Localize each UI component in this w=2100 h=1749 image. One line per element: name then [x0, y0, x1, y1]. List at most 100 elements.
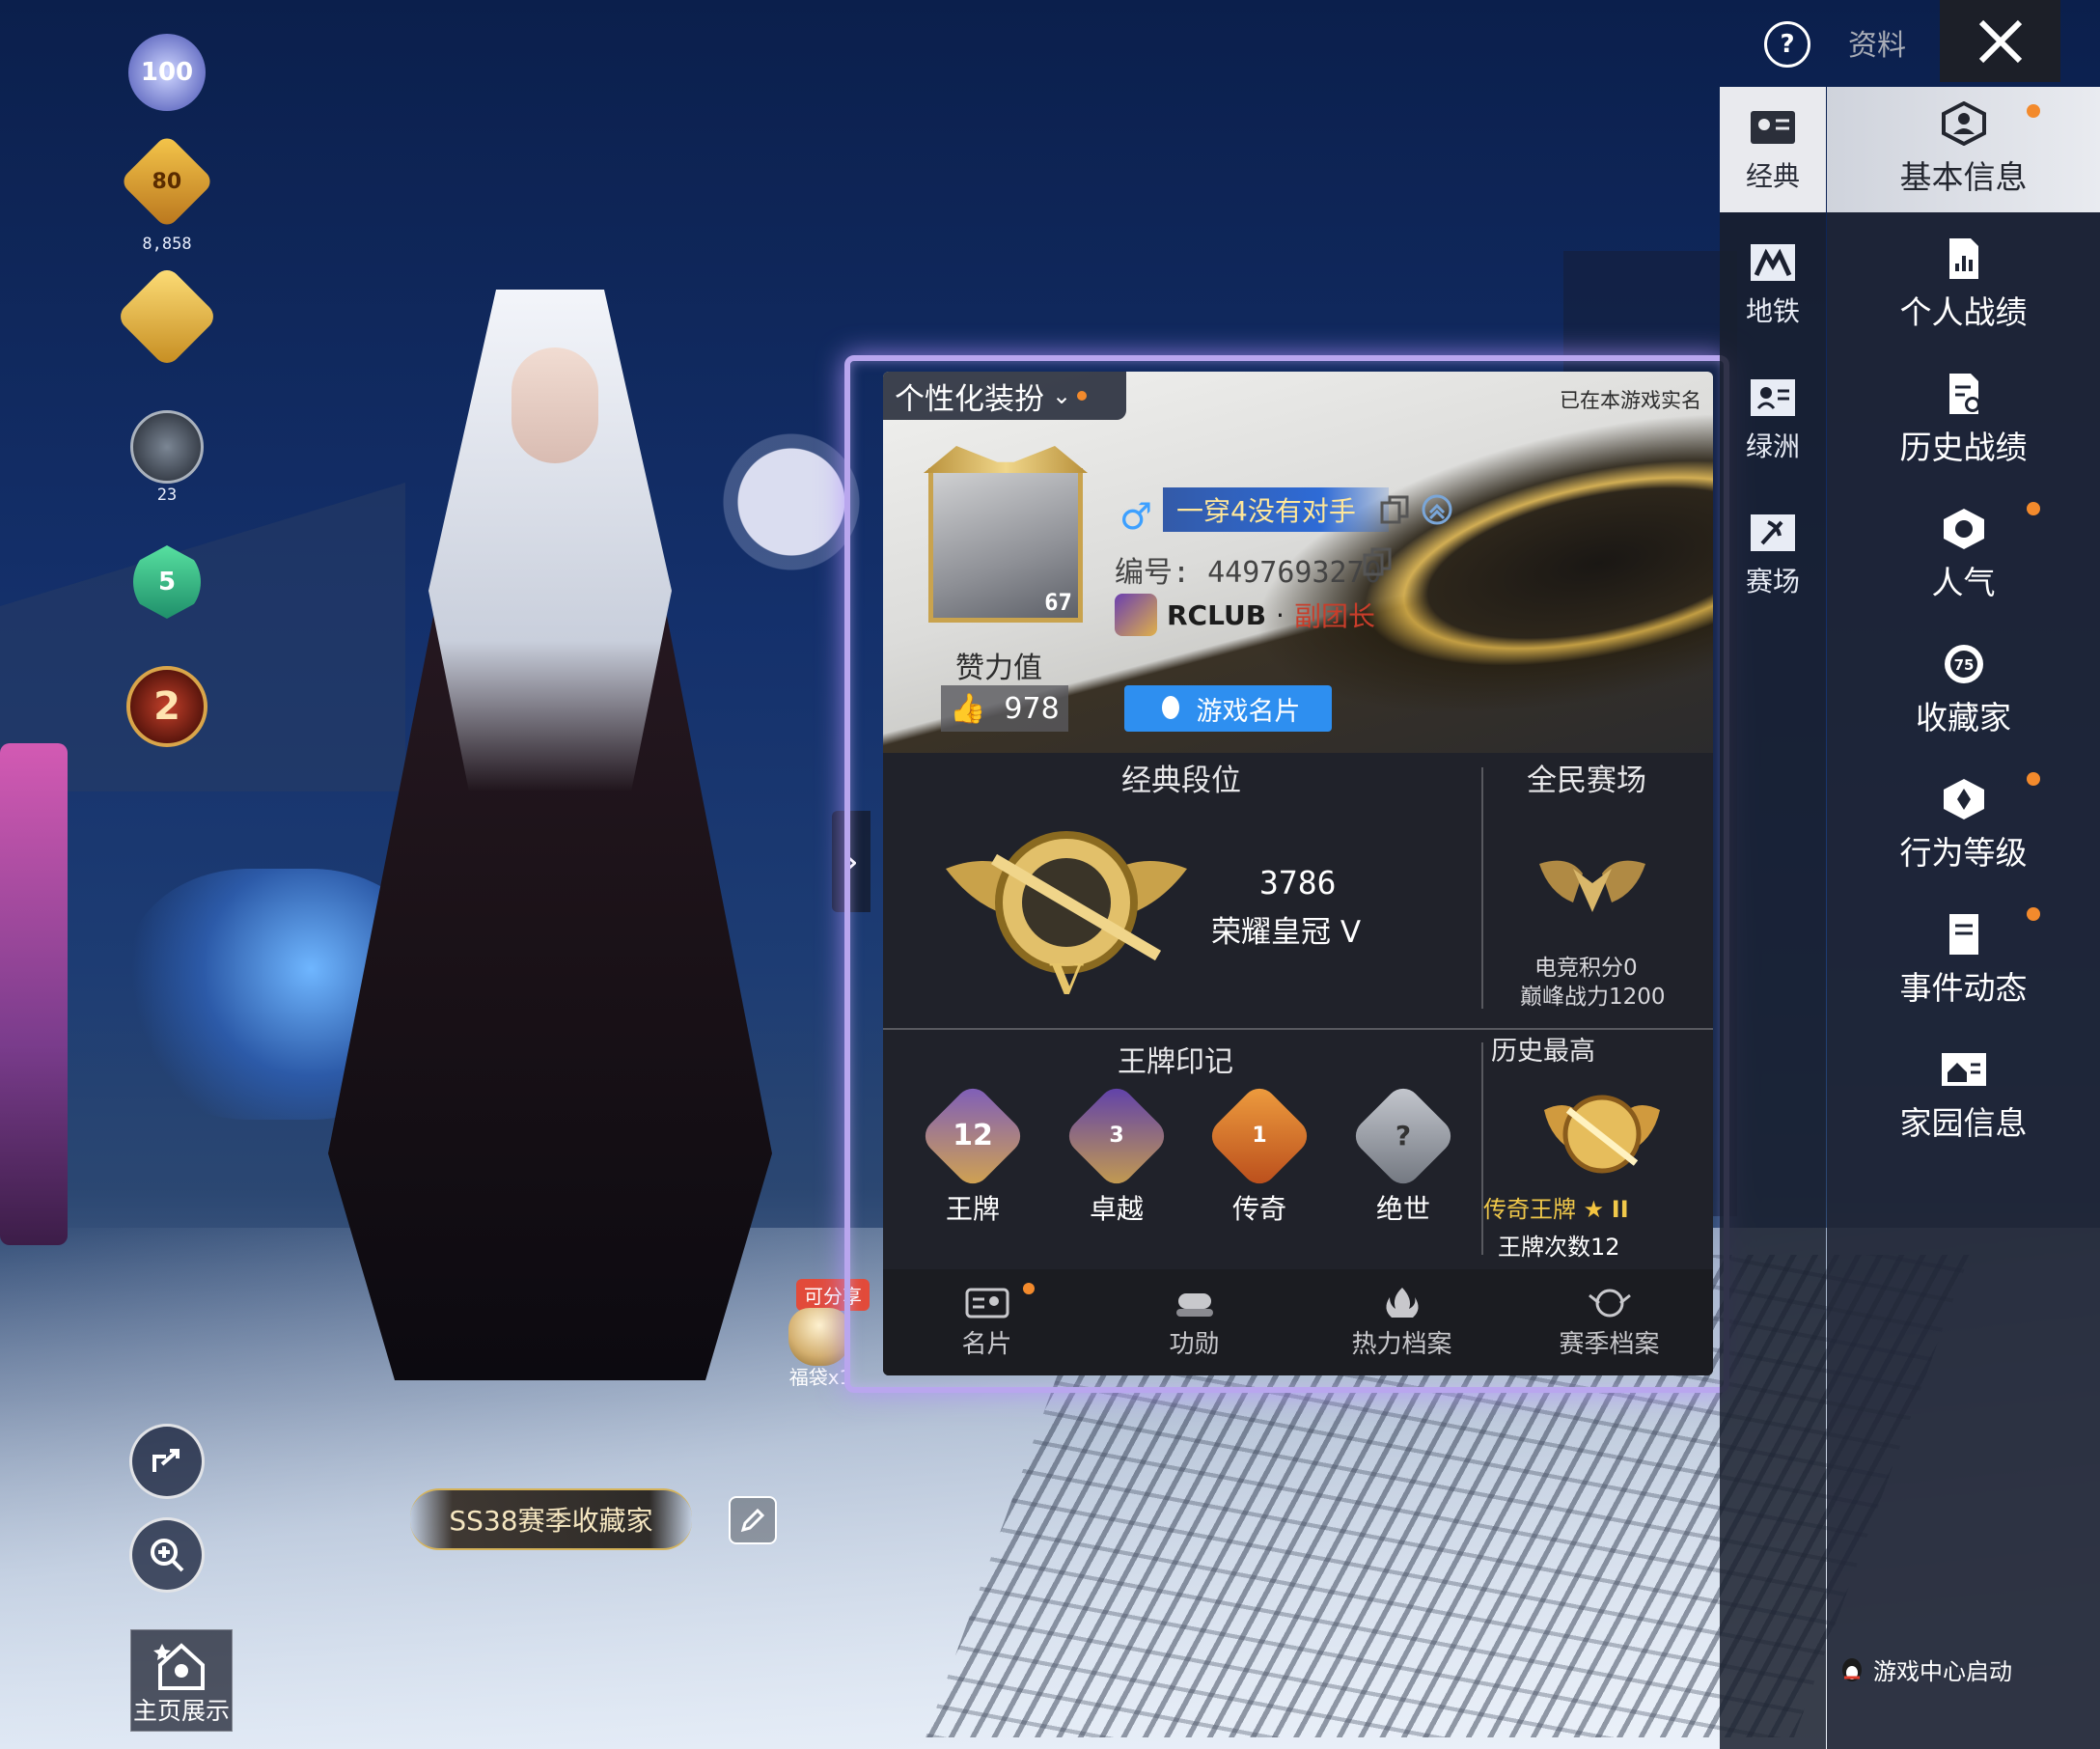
ace-mark-label: 卓越 — [1089, 1193, 1144, 1225]
rank-tier-text: V — [1049, 956, 1084, 1004]
section-label: 历史战绩 — [1899, 429, 2028, 466]
mode-label: 赛场 — [1745, 566, 1800, 597]
title-badge-text: SS38赛季收藏家 — [449, 1505, 653, 1537]
gold-crest-icon — [115, 264, 219, 369]
shield-badge-level: 5 — [157, 568, 177, 597]
question-mark-icon: ? — [1780, 30, 1795, 59]
ace-mark-label: 传奇 — [1231, 1193, 1286, 1225]
ace-mark-value: 1 — [1252, 1124, 1267, 1148]
home-display-label: 主页展示 — [132, 1697, 230, 1725]
game-card-label: 游戏名片 — [1196, 696, 1301, 727]
real-name-verified: 已在本游戏实名 — [1560, 389, 1701, 412]
game-card-button[interactable]: 游戏名片 — [1124, 685, 1332, 732]
edit-title-button[interactable] — [729, 1496, 777, 1544]
mode-tab-oasis[interactable]: 绿洲 — [1720, 357, 1826, 483]
glory-crown-emblem[interactable]: V — [936, 811, 1197, 1005]
section-basic-info[interactable]: 基本信息 — [1827, 87, 2100, 212]
ace-mark-excellence[interactable]: 3 卓越 — [1062, 1081, 1172, 1227]
nav-merit[interactable]: 功勋 — [1091, 1269, 1298, 1375]
ace-mark-legend[interactable]: 1 传奇 — [1204, 1081, 1314, 1227]
qq-penguin-icon — [1842, 1657, 1862, 1681]
mode-label: 地铁 — [1745, 295, 1800, 327]
season-badge[interactable]: 100 — [125, 34, 208, 111]
home-display-button[interactable]: 主页展示 — [130, 1629, 233, 1732]
legend-medal-icon: 1 — [1204, 1081, 1314, 1191]
section-behavior-level[interactable]: 行为等级 — [1827, 763, 2100, 888]
game-center-launch[interactable]: 游戏中心启动 — [1838, 1652, 2012, 1686]
game-center-label: 游戏中心启动 — [1873, 1658, 2012, 1685]
nav-heat-archive[interactable]: 热力档案 — [1298, 1269, 1506, 1375]
ace-mark-peerless[interactable]: ? 绝世 — [1348, 1081, 1458, 1227]
ace-medal-icon: 12 — [918, 1081, 1028, 1191]
season-badge-text: 100 — [140, 58, 194, 87]
gold-crest-badge[interactable] — [115, 264, 219, 369]
thumbs-up-icon: 👍 — [950, 691, 986, 726]
rifle-icon — [130, 410, 204, 484]
oasis-icon — [1751, 379, 1795, 416]
shield-badge[interactable]: 5 — [125, 545, 208, 619]
nav-season-archive[interactable]: 赛季档案 — [1506, 1269, 1713, 1375]
mode-label: 经典 — [1745, 160, 1800, 192]
crown-rank-icon: V — [946, 831, 1187, 1005]
history-best-name: 传奇王牌 ★ II — [1483, 1190, 1629, 1224]
home-star-icon — [153, 1643, 205, 1690]
player-nickname: 一穿4没有对手 — [1176, 495, 1356, 527]
behavior-diamond-icon — [1943, 779, 1984, 819]
zoom-in-button[interactable] — [129, 1517, 205, 1593]
history-best-count: 王牌次数12 — [1498, 1234, 1620, 1261]
section-label: 基本信息 — [1899, 158, 2028, 196]
season-emblem-icon — [1588, 1289, 1631, 1317]
section-events[interactable]: 事件动态 — [1827, 898, 2100, 1023]
section-label: 事件动态 — [1899, 969, 2028, 1007]
qq-penguin-icon — [1161, 696, 1179, 719]
nav-business-card[interactable]: 名片 — [883, 1269, 1091, 1375]
share-icon — [152, 1449, 180, 1472]
house-icon — [1941, 1053, 1986, 1086]
likes-counter[interactable]: 👍 978 — [941, 685, 1068, 732]
close-button[interactable] — [1940, 0, 2060, 82]
section-collector[interactable]: 75 收藏家 — [1827, 627, 2100, 753]
notification-dot — [2027, 502, 2040, 515]
mode-nav: 经典 地铁 绿洲 赛场 — [1720, 87, 1826, 1749]
legend-ace-emblem-icon[interactable] — [1539, 1081, 1665, 1187]
season-collector-title[interactable]: SS38赛季收藏家 — [410, 1488, 692, 1550]
player-uid: 编号: 4497693270 — [1115, 556, 1382, 590]
panel-bottom-nav: 名片 功勋 热力档案 赛季档案 — [883, 1269, 1713, 1375]
section-label: 人气 — [1931, 564, 1996, 601]
mode-tab-arena[interactable]: 赛场 — [1720, 492, 1826, 618]
section-home-info[interactable]: 家园信息 — [1827, 1033, 2100, 1158]
peerless-medal-icon: ? — [1348, 1081, 1458, 1191]
bar-chart-doc-icon — [1948, 238, 1978, 279]
copy-nickname-icon[interactable] — [1378, 493, 1411, 526]
player-character[interactable] — [251, 290, 849, 1409]
fire-badge[interactable]: 80 8,858 — [119, 133, 215, 254]
flame-icon — [1385, 1287, 1419, 1318]
classic-rank-title: 经典段位 — [1121, 763, 1241, 798]
help-button[interactable]: ? — [1764, 21, 1810, 68]
copy-uid-icon[interactable] — [1361, 545, 1394, 578]
ace-mark-label: 王牌 — [945, 1193, 1000, 1225]
ace-mark-ace[interactable]: 12 王牌 — [918, 1081, 1028, 1227]
red-badge[interactable]: 2 — [125, 666, 208, 747]
personalized-dressup-button[interactable]: 个性化装扮 ⌄ — [883, 372, 1126, 420]
fire-badge-count: 8,858 — [142, 235, 192, 254]
ace-mark-value: ? — [1395, 1120, 1412, 1152]
rank-up-icon[interactable] — [1421, 493, 1453, 526]
arena-rank-icon[interactable] — [1534, 845, 1650, 922]
mode-tab-classic[interactable]: 经典 — [1720, 87, 1826, 212]
player-avatar[interactable]: 67 — [924, 446, 1088, 623]
clan-info[interactable]: RCLUB · 副团长 — [1115, 594, 1375, 636]
section-history-stats[interactable]: 历史战绩 — [1827, 357, 2100, 483]
nav-label: 功勋 — [1169, 1329, 1220, 1359]
share-button[interactable] — [129, 1424, 205, 1499]
section-label: 个人战绩 — [1899, 293, 2028, 331]
section-popularity[interactable]: 人气 — [1827, 492, 2100, 618]
star-icon: ★ — [1583, 1196, 1605, 1223]
classic-rank-score: 3786 — [1259, 864, 1337, 902]
collector-badge-number: 75 — [1953, 656, 1974, 674]
nickname-plate: 一穿4没有对手 — [1163, 487, 1389, 532]
weapon-badge[interactable]: 23 — [125, 410, 208, 505]
section-personal-stats[interactable]: 个人战绩 — [1827, 222, 2100, 347]
section-divider — [1481, 767, 1483, 1009]
mode-tab-metro[interactable]: 地铁 — [1720, 222, 1826, 347]
